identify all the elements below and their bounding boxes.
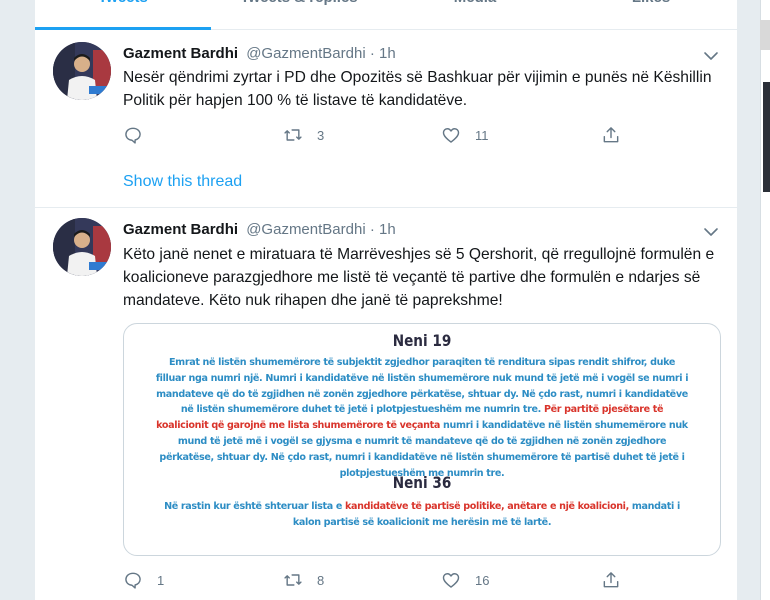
tweet-text: Këto janë nenet e miratuara të Marrëvesh… — [123, 246, 715, 309]
like-button[interactable]: 16 — [441, 570, 489, 590]
like-count: 11 — [475, 127, 489, 143]
author-handle[interactable]: @GazmentBardhi — [246, 221, 365, 238]
tweet-header: Gazment Bardhi @GazmentBardhi · 1h — [123, 220, 396, 240]
heart-icon — [442, 128, 460, 143]
like-count: 16 — [475, 572, 490, 588]
article-paragraph: Emrat në listën shumemërore të subjektit… — [154, 355, 690, 481]
tweet-time[interactable]: 1h — [379, 45, 396, 62]
sidebar-thumbnail[interactable] — [763, 82, 770, 192]
avatar[interactable] — [53, 218, 111, 276]
sidebar-thumbnail[interactable] — [760, 20, 770, 50]
tweet-actions: 3 11 — [123, 125, 643, 147]
retweet-count: 8 — [317, 572, 325, 588]
share-icon — [603, 127, 619, 143]
article-highlight: kandidatëve të partisë politike, anëtare… — [345, 501, 629, 512]
author-handle[interactable]: @GazmentBardhi — [246, 45, 365, 62]
avatar[interactable] — [53, 42, 111, 100]
retweet-count: 3 — [317, 127, 325, 143]
article-title: Neni 36 — [392, 473, 452, 492]
tweet-text: Nesër qëndrimi zyrtar i PD dhe Opozitës … — [123, 69, 712, 109]
tab-media[interactable]: Media — [387, 0, 563, 29]
article-paragraph: Në rastin kur është shteruar lista e kan… — [154, 499, 690, 531]
tweet-actions: 1 8 16 — [123, 570, 643, 592]
retweet-button[interactable]: 3 — [283, 125, 324, 145]
heart-icon — [442, 573, 460, 588]
tweet-header: Gazment Bardhi @GazmentBardhi · 1h — [123, 44, 396, 64]
chevron-down-icon[interactable] — [703, 48, 719, 64]
reply-icon — [125, 127, 141, 144]
separator-dot: · — [369, 45, 375, 62]
tweet-time[interactable]: 1h — [379, 221, 396, 238]
author-name[interactable]: Gazment Bardhi — [123, 45, 238, 62]
reply-button[interactable]: 1 — [123, 570, 164, 590]
tab-tweets-and-replies[interactable]: Tweets & replies — [211, 0, 387, 29]
tweet[interactable]: Gazment Bardhi @GazmentBardhi · 1h Nesër… — [35, 30, 737, 208]
retweet-icon — [284, 574, 302, 586]
profile-tabs: Tweets Tweets & replies Media Likes — [35, 0, 737, 30]
article-text: Në rastin kur është shteruar lista e — [164, 501, 343, 512]
share-icon — [603, 572, 619, 588]
tweet[interactable]: Gazment Bardhi @GazmentBardhi · 1h Këto … — [35, 208, 737, 600]
article-title: Neni 19 — [392, 331, 452, 350]
tab-likes[interactable]: Likes — [563, 0, 737, 29]
reply-button[interactable] — [123, 125, 157, 145]
retweet-button[interactable]: 8 — [283, 570, 324, 590]
share-button[interactable] — [601, 125, 621, 145]
show-thread-link[interactable]: Show this thread — [123, 173, 242, 191]
avatar-image — [53, 42, 111, 100]
separator-dot: · — [369, 221, 375, 238]
reply-icon — [125, 572, 141, 589]
retweet-icon — [284, 129, 302, 141]
tweet-media-image[interactable]: Neni 19 Emrat në listën shumemërore të s… — [123, 323, 721, 556]
reply-count: 1 — [157, 572, 165, 588]
profile-timeline: Tweets Tweets & replies Media Likes Gazm… — [34, 0, 738, 600]
like-button[interactable]: 11 — [441, 125, 489, 145]
share-button[interactable] — [601, 570, 621, 590]
author-name[interactable]: Gazment Bardhi — [123, 221, 238, 238]
avatar-image — [53, 218, 111, 276]
chevron-down-icon[interactable] — [703, 224, 719, 240]
tab-tweets[interactable]: Tweets — [35, 0, 211, 30]
